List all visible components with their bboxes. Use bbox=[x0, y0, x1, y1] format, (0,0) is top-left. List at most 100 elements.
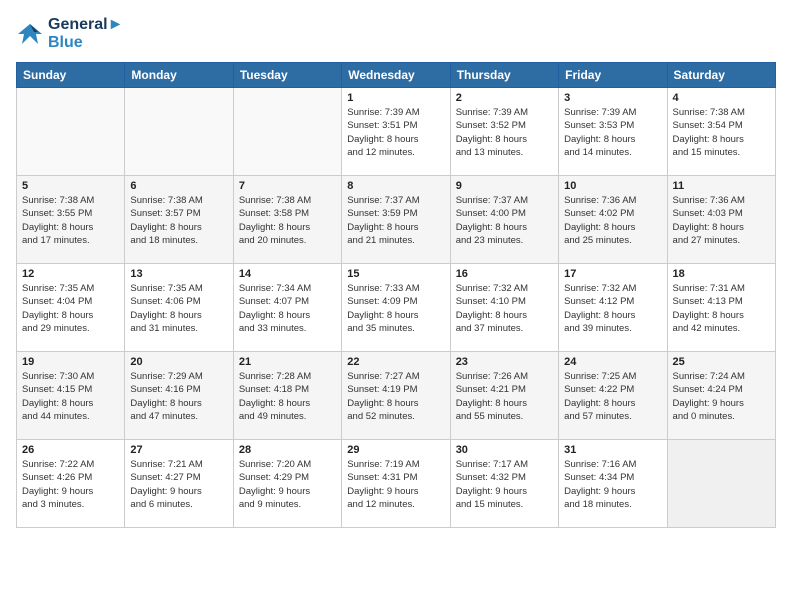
calendar-cell: 6 Sunrise: 7:38 AMSunset: 3:57 PMDaylight… bbox=[125, 176, 233, 264]
day-info: Sunrise: 7:38 AMSunset: 3:55 PMDaylight:… bbox=[22, 194, 119, 247]
calendar-cell: 4 Sunrise: 7:38 AMSunset: 3:54 PMDaylight… bbox=[667, 88, 775, 176]
day-info: Sunrise: 7:36 AMSunset: 4:03 PMDaylight:… bbox=[673, 194, 770, 247]
calendar-cell: 5 Sunrise: 7:38 AMSunset: 3:55 PMDaylight… bbox=[17, 176, 125, 264]
day-number: 25 bbox=[673, 356, 770, 368]
day-number: 5 bbox=[22, 180, 119, 192]
day-info: Sunrise: 7:27 AMSunset: 4:19 PMDaylight:… bbox=[347, 370, 444, 423]
calendar-cell: 14 Sunrise: 7:34 AMSunset: 4:07 PMDayligh… bbox=[233, 264, 341, 352]
day-number: 20 bbox=[130, 356, 227, 368]
day-info: Sunrise: 7:19 AMSunset: 4:31 PMDaylight:… bbox=[347, 458, 444, 511]
calendar-week-row: 26 Sunrise: 7:22 AMSunset: 4:26 PMDayligh… bbox=[17, 440, 776, 528]
calendar-table: SundayMondayTuesdayWednesdayThursdayFrid… bbox=[16, 62, 776, 528]
calendar-cell: 15Sunrise: 7:33 AMSunset: 4:09 PMDayligh… bbox=[342, 264, 450, 352]
day-header-sunday: Sunday bbox=[17, 63, 125, 88]
day-info: Sunrise: 7:37 AMSunset: 3:59 PMDaylight:… bbox=[347, 194, 444, 247]
day-number: 24 bbox=[564, 356, 661, 368]
day-number: 8 bbox=[347, 180, 444, 192]
day-number: 23 bbox=[456, 356, 553, 368]
calendar-week-row: 12Sunrise: 7:35 AMSunset: 4:04 PMDayligh… bbox=[17, 264, 776, 352]
calendar-cell bbox=[17, 88, 125, 176]
calendar-week-row: 1 Sunrise: 7:39 AMSunset: 3:51 PMDaylight… bbox=[17, 88, 776, 176]
day-number: 31 bbox=[564, 444, 661, 456]
day-info: Sunrise: 7:25 AMSunset: 4:22 PMDaylight:… bbox=[564, 370, 661, 423]
calendar-cell: 11 Sunrise: 7:36 AMSunset: 4:03 PMDayligh… bbox=[667, 176, 775, 264]
calendar-cell: 7 Sunrise: 7:38 AMSunset: 3:58 PMDaylight… bbox=[233, 176, 341, 264]
day-info: Sunrise: 7:36 AMSunset: 4:02 PMDaylight:… bbox=[564, 194, 661, 247]
day-info: Sunrise: 7:30 AMSunset: 4:15 PMDaylight:… bbox=[22, 370, 119, 423]
calendar-cell: 25 Sunrise: 7:24 AMSunset: 4:24 PMDayligh… bbox=[667, 352, 775, 440]
calendar-header-row: SundayMondayTuesdayWednesdayThursdayFrid… bbox=[17, 63, 776, 88]
day-header-thursday: Thursday bbox=[450, 63, 558, 88]
calendar-cell: 31 Sunrise: 7:16 AMSunset: 4:34 PMDayligh… bbox=[559, 440, 667, 528]
logo-icon bbox=[16, 20, 44, 48]
day-number: 3 bbox=[564, 92, 661, 104]
calendar-cell: 24 Sunrise: 7:25 AMSunset: 4:22 PMDayligh… bbox=[559, 352, 667, 440]
calendar-week-row: 5 Sunrise: 7:38 AMSunset: 3:55 PMDaylight… bbox=[17, 176, 776, 264]
calendar-cell: 27 Sunrise: 7:21 AMSunset: 4:27 PMDayligh… bbox=[125, 440, 233, 528]
day-number: 11 bbox=[673, 180, 770, 192]
day-number: 14 bbox=[239, 268, 336, 280]
day-number: 10 bbox=[564, 180, 661, 192]
calendar-cell: 26 Sunrise: 7:22 AMSunset: 4:26 PMDayligh… bbox=[17, 440, 125, 528]
calendar-cell: 2Sunrise: 7:39 AMSunset: 3:52 PMDaylight… bbox=[450, 88, 558, 176]
calendar-week-row: 19 Sunrise: 7:30 AMSunset: 4:15 PMDayligh… bbox=[17, 352, 776, 440]
day-number: 6 bbox=[130, 180, 227, 192]
calendar-cell: 13 Sunrise: 7:35 AMSunset: 4:06 PMDayligh… bbox=[125, 264, 233, 352]
calendar-cell: 29 Sunrise: 7:19 AMSunset: 4:31 PMDayligh… bbox=[342, 440, 450, 528]
day-info: Sunrise: 7:29 AMSunset: 4:16 PMDaylight:… bbox=[130, 370, 227, 423]
calendar-cell: 9Sunrise: 7:37 AMSunset: 4:00 PMDaylight… bbox=[450, 176, 558, 264]
day-number: 17 bbox=[564, 268, 661, 280]
calendar-cell: 1 Sunrise: 7:39 AMSunset: 3:51 PMDaylight… bbox=[342, 88, 450, 176]
day-number: 19 bbox=[22, 356, 119, 368]
day-info: Sunrise: 7:35 AMSunset: 4:06 PMDaylight:… bbox=[130, 282, 227, 335]
day-number: 9 bbox=[456, 180, 553, 192]
calendar-cell: 19 Sunrise: 7:30 AMSunset: 4:15 PMDayligh… bbox=[17, 352, 125, 440]
calendar-cell: 30 Sunrise: 7:17 AMSunset: 4:32 PMDayligh… bbox=[450, 440, 558, 528]
day-number: 29 bbox=[347, 444, 444, 456]
calendar-cell: 23Sunrise: 7:26 AMSunset: 4:21 PMDayligh… bbox=[450, 352, 558, 440]
calendar-cell: 17 Sunrise: 7:32 AMSunset: 4:12 PMDayligh… bbox=[559, 264, 667, 352]
day-info: Sunrise: 7:16 AMSunset: 4:34 PMDaylight:… bbox=[564, 458, 661, 511]
day-info: Sunrise: 7:17 AMSunset: 4:32 PMDaylight:… bbox=[456, 458, 553, 511]
day-header-wednesday: Wednesday bbox=[342, 63, 450, 88]
day-header-monday: Monday bbox=[125, 63, 233, 88]
day-info: Sunrise: 7:32 AMSunset: 4:10 PMDaylight:… bbox=[456, 282, 553, 335]
day-info: Sunrise: 7:21 AMSunset: 4:27 PMDaylight:… bbox=[130, 458, 227, 511]
day-info: Sunrise: 7:38 AMSunset: 3:58 PMDaylight:… bbox=[239, 194, 336, 247]
logo: General► Blue bbox=[16, 16, 123, 52]
day-number: 16 bbox=[456, 268, 553, 280]
day-header-saturday: Saturday bbox=[667, 63, 775, 88]
day-info: Sunrise: 7:31 AMSunset: 4:13 PMDaylight:… bbox=[673, 282, 770, 335]
day-info: Sunrise: 7:38 AMSunset: 3:57 PMDaylight:… bbox=[130, 194, 227, 247]
day-number: 1 bbox=[347, 92, 444, 104]
day-number: 7 bbox=[239, 180, 336, 192]
calendar-cell: 20 Sunrise: 7:29 AMSunset: 4:16 PMDayligh… bbox=[125, 352, 233, 440]
day-number: 12 bbox=[22, 268, 119, 280]
day-number: 30 bbox=[456, 444, 553, 456]
day-number: 26 bbox=[22, 444, 119, 456]
day-info: Sunrise: 7:22 AMSunset: 4:26 PMDaylight:… bbox=[22, 458, 119, 511]
calendar-cell bbox=[233, 88, 341, 176]
day-number: 27 bbox=[130, 444, 227, 456]
page-header: General► Blue bbox=[16, 16, 776, 52]
day-info: Sunrise: 7:24 AMSunset: 4:24 PMDaylight:… bbox=[673, 370, 770, 423]
day-info: Sunrise: 7:34 AMSunset: 4:07 PMDaylight:… bbox=[239, 282, 336, 335]
day-info: Sunrise: 7:38 AMSunset: 3:54 PMDaylight:… bbox=[673, 106, 770, 159]
day-info: Sunrise: 7:28 AMSunset: 4:18 PMDaylight:… bbox=[239, 370, 336, 423]
day-number: 4 bbox=[673, 92, 770, 104]
calendar-cell: 21 Sunrise: 7:28 AMSunset: 4:18 PMDayligh… bbox=[233, 352, 341, 440]
calendar-cell bbox=[667, 440, 775, 528]
calendar-cell: 8 Sunrise: 7:37 AMSunset: 3:59 PMDaylight… bbox=[342, 176, 450, 264]
day-number: 21 bbox=[239, 356, 336, 368]
day-number: 22 bbox=[347, 356, 444, 368]
calendar-cell: 22 Sunrise: 7:27 AMSunset: 4:19 PMDayligh… bbox=[342, 352, 450, 440]
day-number: 13 bbox=[130, 268, 227, 280]
calendar-cell bbox=[125, 88, 233, 176]
calendar-cell: 28Sunrise: 7:20 AMSunset: 4:29 PMDayligh… bbox=[233, 440, 341, 528]
day-info: Sunrise: 7:32 AMSunset: 4:12 PMDaylight:… bbox=[564, 282, 661, 335]
day-header-tuesday: Tuesday bbox=[233, 63, 341, 88]
day-info: Sunrise: 7:39 AMSunset: 3:51 PMDaylight:… bbox=[347, 106, 444, 159]
day-number: 28 bbox=[239, 444, 336, 456]
day-info: Sunrise: 7:39 AMSunset: 3:52 PMDaylight:… bbox=[456, 106, 553, 159]
calendar-cell: 3Sunrise: 7:39 AMSunset: 3:53 PMDaylight… bbox=[559, 88, 667, 176]
